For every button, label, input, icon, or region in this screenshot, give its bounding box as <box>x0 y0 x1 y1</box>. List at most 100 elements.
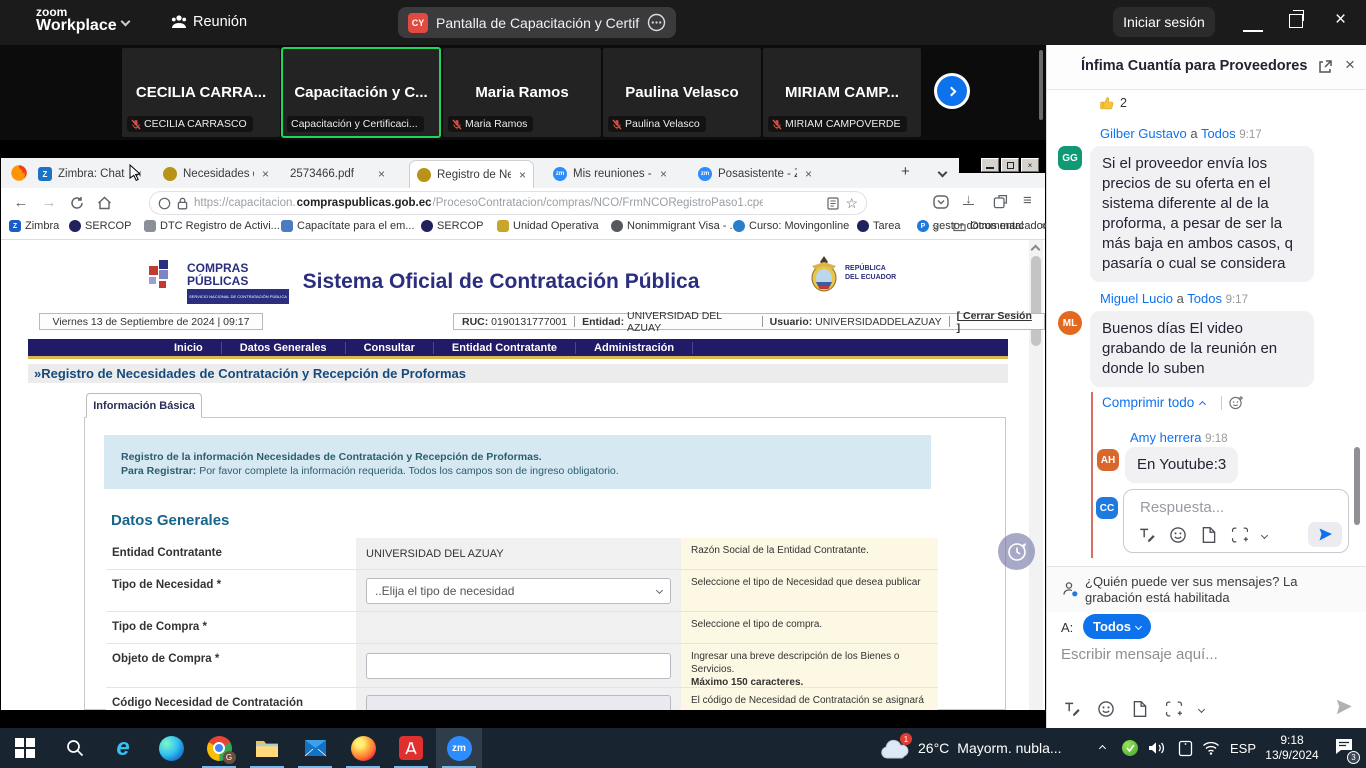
reload-icon[interactable] <box>63 196 91 210</box>
downloads-icon[interactable]: ↓ <box>963 193 974 205</box>
participant-tile[interactable]: MIRIAM CAMP... MIRIAM CAMPOVERDE <box>763 48 921 137</box>
browser-tab[interactable]: Necesidades de Contrat... × <box>156 161 276 187</box>
overlay-close-button[interactable]: × <box>1021 158 1039 172</box>
taskbar-firefox[interactable] <box>340 728 386 768</box>
send-icon-disabled[interactable] <box>1335 698 1353 716</box>
taskbar-edge[interactable] <box>148 728 194 768</box>
taskbar-mail[interactable] <box>292 728 338 768</box>
bookmark-item[interactable]: Curso: Movingonline <box>733 220 849 232</box>
tab-close-icon[interactable]: × <box>262 167 269 181</box>
bookmark-item[interactable]: Unidad Operativa <box>497 220 599 232</box>
chevron-down-icon[interactable] <box>121 17 131 27</box>
audience-name[interactable]: Todos <box>1201 126 1236 141</box>
firefox-icon[interactable] <box>10 164 28 182</box>
reader-view-icon[interactable] <box>827 197 839 210</box>
browser-tab[interactable]: zm Posasistente - Zoom × <box>691 161 819 187</box>
bookmark-item[interactable]: Tarea <box>857 220 901 232</box>
tab-close-icon[interactable]: × <box>378 167 385 181</box>
tray-show-hidden[interactable] <box>1090 728 1114 768</box>
file-icon[interactable] <box>1200 526 1218 544</box>
sign-in-button[interactable]: Iniciar sesión <box>1113 7 1215 37</box>
tab-reunion[interactable]: Reunión <box>193 14 247 30</box>
tray-display[interactable] <box>1172 728 1198 768</box>
bookmark-item[interactable]: SERCOP <box>69 220 131 232</box>
close-button[interactable]: × <box>1335 9 1346 31</box>
nav-inicio[interactable]: Inicio <box>156 342 222 354</box>
collapse-thread[interactable]: Comprimir todo <box>1102 394 1245 411</box>
reply-send-button[interactable] <box>1308 522 1342 547</box>
browser-tab-active[interactable]: Registro de Necesidades × <box>409 160 534 188</box>
nav-consultar[interactable]: Consultar <box>346 342 434 354</box>
address-bar[interactable]: https://capacitacion.compraspublicas.gob… <box>149 191 867 215</box>
chat-scrollbar[interactable] <box>1354 447 1360 525</box>
tab-informacion-basica[interactable]: Información Básica <box>86 393 202 418</box>
participant-tile[interactable]: Maria Ramos Maria Ramos <box>443 48 601 137</box>
tipo-necesidad-select[interactable]: ..Elija el tipo de necesidad <box>366 578 671 604</box>
maximize-button[interactable] <box>1289 14 1303 28</box>
taskbar-acrobat[interactable] <box>388 728 434 768</box>
bookmark-star-icon[interactable]: ☆ <box>845 195 858 212</box>
sender-name[interactable]: Miguel Lucio <box>1100 291 1173 306</box>
nav-entidad-contratante[interactable]: Entidad Contratante <box>434 342 576 354</box>
menu-icon[interactable]: ≡ <box>1023 192 1032 209</box>
tab-close-icon[interactable]: × <box>660 167 667 181</box>
tab-close-icon[interactable]: × <box>519 168 526 182</box>
strip-scrollbar[interactable] <box>1039 50 1043 120</box>
tray-volume[interactable] <box>1144 728 1170 768</box>
pocket-icon[interactable] <box>933 195 949 210</box>
bookmark-item[interactable]: DTC Registro de Activi... <box>144 220 280 232</box>
back-button[interactable]: ← <box>7 194 35 211</box>
objeto-compra-input[interactable] <box>366 653 671 679</box>
emoji-icon[interactable] <box>1097 700 1115 718</box>
bookmark-item[interactable]: Capacítate para el em... <box>281 220 414 232</box>
file-icon[interactable] <box>1131 700 1149 718</box>
tray-wifi[interactable] <box>1198 728 1224 768</box>
tray-language[interactable]: ESP <box>1226 728 1260 768</box>
audience-name[interactable]: Todos <box>1187 291 1222 306</box>
bookmark-item[interactable]: Nonimmigrant Visa - ... <box>611 220 739 232</box>
reply-box[interactable]: Respuesta... <box>1123 489 1349 553</box>
more-options-icon[interactable] <box>647 13 666 32</box>
chevron-down-icon[interactable] <box>1261 531 1268 538</box>
browser-tab[interactable]: zm Mis reuniones - Zoom × <box>546 161 674 187</box>
sender-name[interactable]: Amy herrera <box>1130 430 1202 445</box>
overlay-restore-button[interactable] <box>1001 158 1019 172</box>
timer-widget[interactable] <box>998 533 1035 570</box>
home-icon[interactable] <box>97 196 112 210</box>
collapse-label[interactable]: Comprimir todo <box>1102 395 1194 410</box>
format-text-icon[interactable] <box>1063 700 1081 718</box>
notification-center[interactable]: 3 <box>1324 728 1364 768</box>
chevron-down-icon[interactable] <box>1198 705 1205 712</box>
nav-administracion[interactable]: Administración <box>576 342 693 354</box>
reply-placeholder[interactable]: Respuesta... <box>1140 499 1224 516</box>
tray-antivirus[interactable] <box>1118 728 1142 768</box>
other-bookmarks[interactable]: Otros marcadores <box>953 220 1058 232</box>
sender-name[interactable]: Gilber Gustavo <box>1100 126 1187 141</box>
browser-tab[interactable]: 2573466.pdf × <box>283 161 403 187</box>
composer-placeholder[interactable]: Escribir mensaje aquí... <box>1061 646 1218 663</box>
overlay-minimize-button[interactable] <box>981 158 999 172</box>
format-text-icon[interactable] <box>1138 526 1156 544</box>
participant-tile-active-speaker[interactable]: Capacitación y C... Capacitación y Certi… <box>282 48 440 137</box>
tab-list-icon[interactable] <box>938 168 948 178</box>
taskbar-chrome[interactable]: G <box>196 728 242 768</box>
new-tab-button[interactable]: + <box>901 163 910 180</box>
emoji-icon[interactable] <box>1169 526 1187 544</box>
screenshot-icon[interactable] <box>1231 526 1249 544</box>
nav-datos-generales[interactable]: Datos Generales <box>222 342 346 354</box>
bookmark-item[interactable]: ZZimbra <box>9 220 59 232</box>
search-button[interactable] <box>52 728 98 768</box>
start-button[interactable] <box>2 728 48 768</box>
shield-icon[interactable] <box>158 197 171 210</box>
participant-tile[interactable]: CECILIA CARRA... CECILIA CARRASCO <box>122 48 280 137</box>
chat-close-icon[interactable]: × <box>1345 55 1355 75</box>
shared-screen-pill[interactable]: CY Pantalla de Capacitación y Certif <box>398 7 676 38</box>
taskbar-file-explorer[interactable] <box>244 728 290 768</box>
taskbar-zoom[interactable]: zm <box>436 728 482 768</box>
add-reaction-icon[interactable] <box>1228 394 1245 411</box>
next-participants-button[interactable] <box>934 73 970 109</box>
pop-out-icon[interactable] <box>1317 59 1333 75</box>
weather-widget[interactable]: 1 26°C Mayorm. nubla... <box>880 728 1080 768</box>
message-reaction[interactable]: 2 <box>1099 95 1127 111</box>
tray-clock[interactable]: 9:18 13/9/2024 <box>1262 728 1322 768</box>
